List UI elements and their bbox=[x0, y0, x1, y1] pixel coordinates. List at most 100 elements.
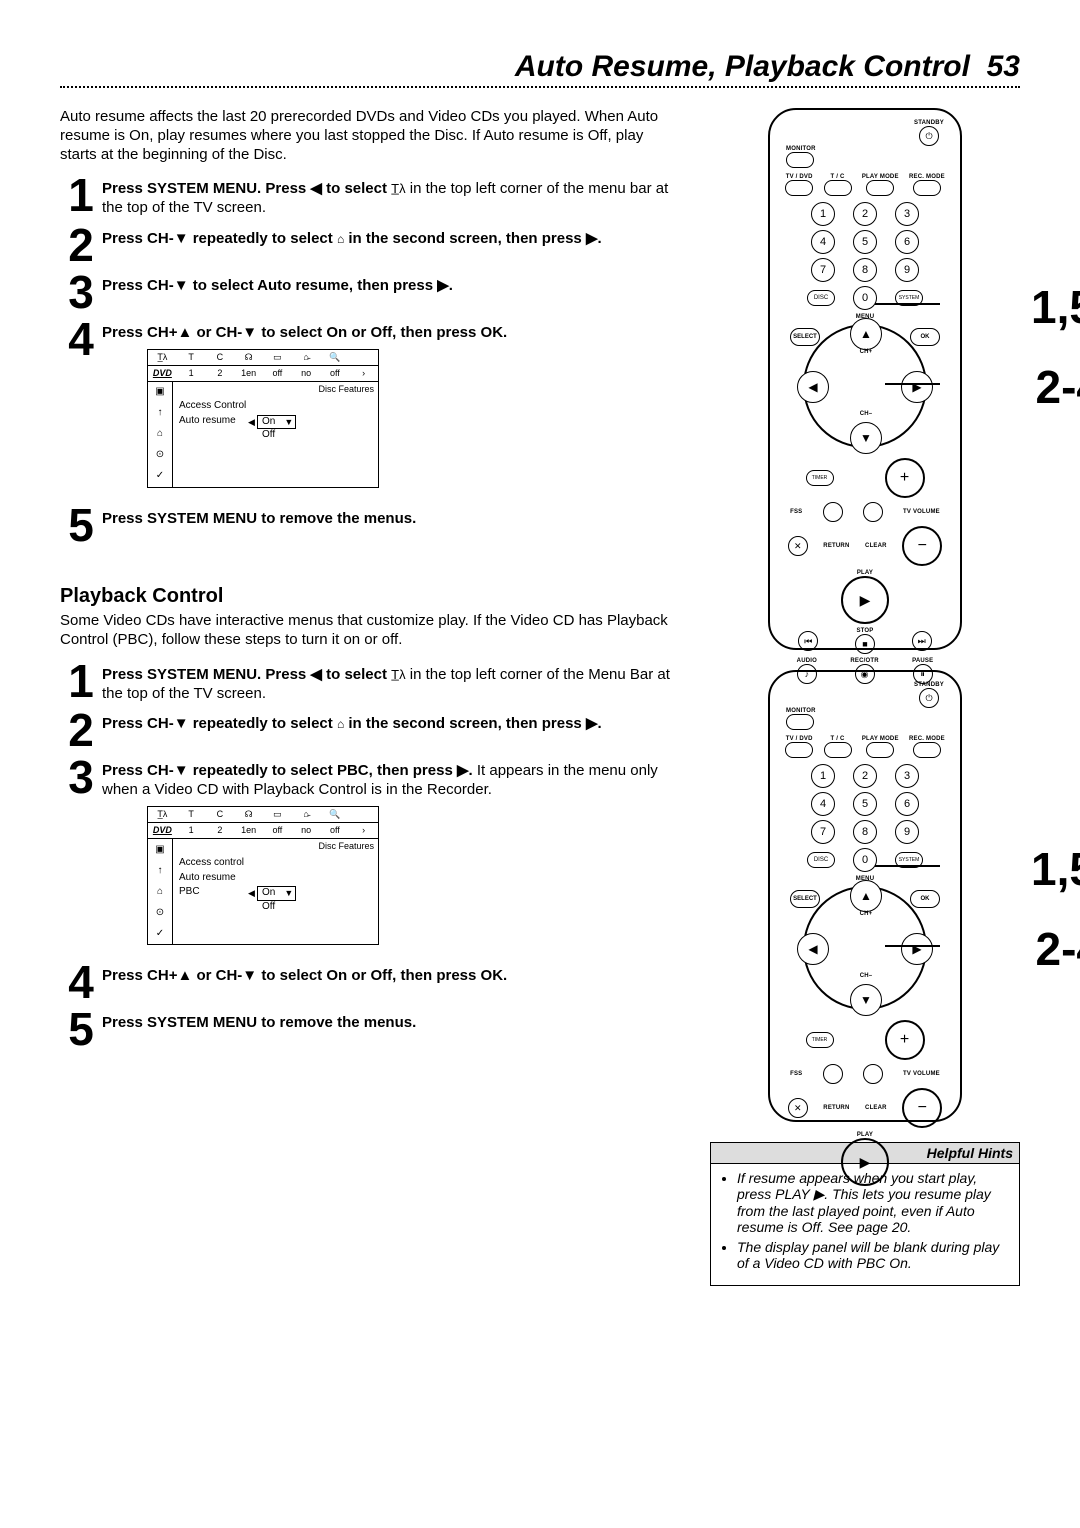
section2-heading: Playback Control bbox=[60, 585, 680, 608]
return-button: ✕ bbox=[788, 536, 808, 556]
step-row: 2 Press CH-▼ repeatedly to select ⌂ in t… bbox=[60, 711, 680, 750]
monitor-button bbox=[786, 152, 814, 168]
step-text: Press SYSTEM MENU. Press ◀ to select T̲λ… bbox=[102, 176, 680, 218]
step-number: 3 bbox=[60, 758, 102, 797]
timer-button: TIMER bbox=[806, 470, 834, 486]
page-header: Auto Resume, Playback Control 53 bbox=[60, 50, 1020, 84]
step-text: Press CH+▲ or CH-▼ to select On or Off, … bbox=[102, 963, 680, 986]
menu-val: On bbox=[262, 887, 275, 898]
step-bold: Press CH-▼ to select Auto resume, then p… bbox=[102, 277, 453, 294]
menu-screenshot-1: T̲λTC☊▭⌂̵🔍 DVD 12 1enoff nooff› ▣↑⌂⊙✓ Di… bbox=[147, 349, 379, 489]
hint-item: The display panel will be blank during p… bbox=[737, 1239, 1009, 1271]
step-bold2: in the second screen, then press ▶. bbox=[344, 230, 601, 247]
power-icon: ⏻ bbox=[919, 126, 939, 146]
arrow-up-icon: ▲CH+ bbox=[850, 318, 882, 350]
step-number: 5 bbox=[60, 506, 102, 545]
step-number: 4 bbox=[60, 320, 102, 359]
step-bold: Press SYSTEM MENU to remove the menus. bbox=[102, 510, 416, 527]
step-text: Press SYSTEM MENU to remove the menus. bbox=[102, 506, 680, 529]
callout-24b: 2-4 bbox=[1036, 922, 1080, 976]
num-button: 4 bbox=[811, 230, 835, 254]
next-button: ⏭ bbox=[912, 631, 932, 651]
step-bold: Press CH-▼ repeatedly to select PBC, the… bbox=[102, 762, 477, 779]
monitor-label: MONITOR bbox=[786, 146, 950, 152]
power-icon: ⏻ bbox=[919, 688, 939, 708]
step-bold: Press SYSTEM MENU. Press ◀ to select bbox=[102, 666, 391, 683]
step-text: Press CH-▼ to select Auto resume, then p… bbox=[102, 273, 680, 296]
section2-intro: Some Video CDs have interactive menus th… bbox=[60, 612, 680, 650]
menu-sub: Off bbox=[257, 901, 296, 914]
num-button: 5 bbox=[853, 230, 877, 254]
step-number: 2 bbox=[60, 711, 102, 750]
num-button: 3 bbox=[895, 202, 919, 226]
menu-opt: Access Control bbox=[179, 400, 257, 413]
disc-features-label: Disc Features bbox=[318, 841, 374, 852]
menu-val: On bbox=[262, 416, 275, 427]
step-row: 1 Press SYSTEM MENU. Press ◀ to select T… bbox=[60, 176, 680, 218]
header-page-num: 53 bbox=[987, 50, 1020, 83]
volume-minus: − bbox=[902, 526, 942, 566]
step-row: 1 Press SYSTEM MENU. Press ◀ to select T… bbox=[60, 662, 680, 704]
volume-plus: + bbox=[885, 458, 925, 498]
arrow-right-icon: ▶ bbox=[901, 371, 933, 403]
step-bold: Press SYSTEM MENU to remove the menus. bbox=[102, 1014, 416, 1031]
num-button: 9 bbox=[895, 258, 919, 282]
dpad: SELECT OK ▲CH+ ▼CH– ◀ ▶ bbox=[803, 886, 927, 1010]
select-button: SELECT bbox=[790, 328, 820, 346]
step-bold: Press CH+▲ or CH-▼ to select On or Off, … bbox=[102, 324, 507, 341]
dpad: SELECT OK ▲CH+ ▼CH– ◀ ▶ bbox=[803, 324, 927, 448]
step-row: 5 Press SYSTEM MENU to remove the menus. bbox=[60, 506, 680, 545]
remote-diagram-2: STANDBY⏻ MONITOR TV / DVD T / C PLAY MOD… bbox=[768, 670, 962, 1122]
step-text: Press CH-▼ repeatedly to select ⌂ in the… bbox=[102, 226, 680, 249]
menu-opt: PBC bbox=[179, 886, 257, 913]
num-button: 6 bbox=[895, 230, 919, 254]
step-number: 5 bbox=[60, 1010, 102, 1049]
disc-button: DISC bbox=[807, 290, 835, 306]
header-title-text: Auto Resume, Playback Control bbox=[515, 50, 970, 83]
step-number: 2 bbox=[60, 226, 102, 265]
step-number: 1 bbox=[60, 662, 102, 701]
step-row: 5 Press SYSTEM MENU to remove the menus. bbox=[60, 1010, 680, 1049]
step-bold: Press CH+▲ or CH-▼ to select On or Off, … bbox=[102, 967, 507, 984]
step-row: 3 Press CH-▼ repeatedly to select PBC, t… bbox=[60, 758, 680, 955]
step-bold2: in the second screen, then press ▶. bbox=[344, 715, 601, 732]
menu-screenshot-2: T̲λTC☊▭⌂̵🔍 DVD 12 1enoff nooff› ▣↑⌂⊙✓ Di… bbox=[147, 806, 379, 946]
step-text: Press CH-▼ repeatedly to select ⌂ in the… bbox=[102, 711, 680, 734]
step-row: 4 Press CH+▲ or CH-▼ to select On or Off… bbox=[60, 320, 680, 498]
num-button: 1 bbox=[811, 202, 835, 226]
ok-button: OK bbox=[910, 328, 940, 346]
step-row: 2 Press CH-▼ repeatedly to select ⌂ in t… bbox=[60, 226, 680, 265]
disc-features-label: Disc Features bbox=[318, 384, 374, 395]
callout-24: 2-4 bbox=[1036, 360, 1080, 414]
callout-15b: 1,5 bbox=[1031, 842, 1080, 896]
step-text: Press CH-▼ repeatedly to select PBC, the… bbox=[102, 758, 680, 955]
step-text: Press SYSTEM MENU. Press ◀ to select T̲λ… bbox=[102, 662, 680, 704]
remote-diagram-1: STANDBY ⏻ MONITOR TV / DVD T / C PLAY MO… bbox=[768, 108, 962, 650]
step-number: 3 bbox=[60, 273, 102, 312]
step-number: 1 bbox=[60, 176, 102, 215]
menu-opt: Auto resume bbox=[179, 415, 257, 442]
menu-sub: Off bbox=[257, 429, 296, 442]
menu-opt: Auto resume bbox=[179, 872, 257, 885]
num-button: 0 bbox=[853, 286, 877, 310]
step-bold: Press SYSTEM MENU. Press ◀ to select bbox=[102, 180, 391, 197]
play-button: ▶ bbox=[841, 576, 889, 624]
menu-opt: Access control bbox=[179, 857, 257, 870]
step-row: 4 Press CH+▲ or CH-▼ to select On or Off… bbox=[60, 963, 680, 1002]
header-divider bbox=[60, 86, 1020, 88]
step-bold: Press CH-▼ repeatedly to select bbox=[102, 715, 337, 732]
num-button: 2 bbox=[853, 202, 877, 226]
callout-15: 1,5 bbox=[1031, 280, 1080, 334]
arrow-down-icon: ▼CH– bbox=[850, 422, 882, 454]
arrow-left-icon: ◀ bbox=[797, 371, 829, 403]
section1-intro: Auto resume affects the last 20 prerecor… bbox=[60, 108, 680, 164]
step-number: 4 bbox=[60, 963, 102, 1002]
step-bold: Press CH-▼ repeatedly to select bbox=[102, 230, 337, 247]
step-row: 3 Press CH-▼ to select Auto resume, then… bbox=[60, 273, 680, 312]
step-text: Press CH+▲ or CH-▼ to select On or Off, … bbox=[102, 320, 680, 498]
stop-button: ■ bbox=[855, 634, 875, 654]
step-text: Press SYSTEM MENU to remove the menus. bbox=[102, 1010, 680, 1033]
num-button: 7 bbox=[811, 258, 835, 282]
num-button: 8 bbox=[853, 258, 877, 282]
prev-button: ⏮ bbox=[798, 631, 818, 651]
